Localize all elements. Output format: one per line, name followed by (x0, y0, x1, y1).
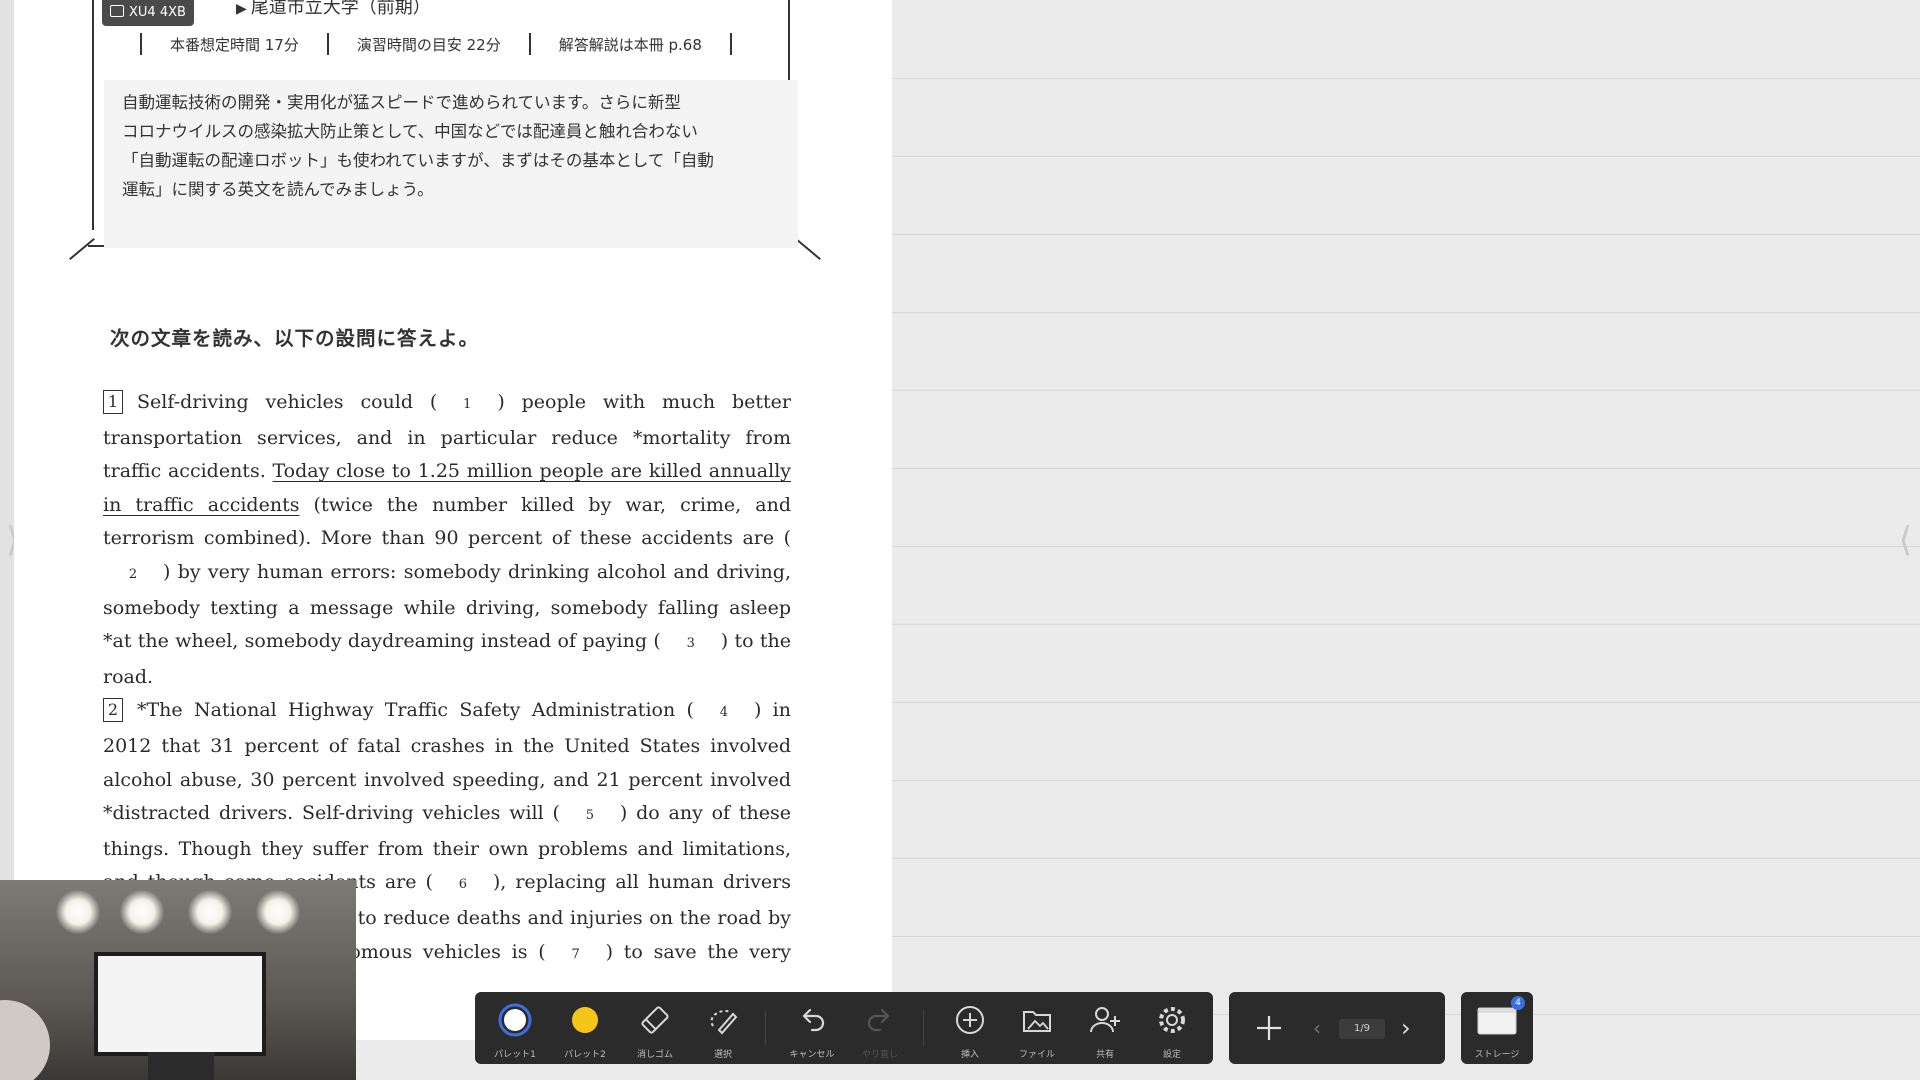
time-info-row: 本番想定時間 17分 演習時間の目安 22分 解答解説は本冊 p.68 (140, 32, 732, 56)
blank: 5 (585, 808, 595, 824)
note-lined-area[interactable] (892, 0, 1920, 1080)
prev-page-button[interactable]: ‹ (1313, 1016, 1321, 1040)
instruction-heading: 次の文章を読み、以下の設問に答えよ。 (110, 327, 480, 350)
box-border-left (92, 0, 94, 230)
file-button[interactable]: ファイル (1007, 992, 1067, 1064)
redo-icon (867, 1008, 890, 1032)
ceiling-light (56, 890, 100, 934)
lasso-pen-icon (710, 1010, 738, 1035)
undo-button[interactable]: キャンセル (782, 992, 842, 1064)
gear-icon (1159, 1007, 1185, 1033)
box-corner-left (69, 237, 95, 261)
eraser-button[interactable]: 消しゴム (625, 992, 685, 1064)
chevron-right-icon: › (1401, 1014, 1411, 1042)
blank: 2 (128, 566, 138, 582)
box-corner-right (795, 237, 821, 261)
eraser-icon (641, 1006, 669, 1034)
ceiling-light (120, 890, 164, 934)
problem-code-tag: XU4 4XB (102, 0, 194, 26)
webcam-monitor (94, 952, 266, 1056)
palette1-button[interactable]: パレット1 (485, 992, 545, 1064)
chevron-left-icon: ‹ (1313, 1016, 1321, 1040)
plus-icon (1257, 1016, 1281, 1040)
blank: 7 (571, 946, 580, 962)
right-edge-handle-icon[interactable]: ⟨ (1899, 520, 1912, 560)
intro-text: 自動運転技術の開発・実用化が猛スピードで進められています。さらに新型 コロナウイ… (104, 80, 798, 248)
undo-icon (802, 1008, 825, 1032)
palette2-icon (572, 1007, 598, 1033)
paragraph-1: 1 Self-driving vehicles could (1) people … (103, 386, 791, 694)
insert-button[interactable]: 挿入 (940, 992, 1000, 1064)
answer-ref: 解答解説は本冊 p.68 (558, 35, 702, 54)
add-user-icon (1090, 1007, 1120, 1033)
storage-thumbnail-icon (1477, 1007, 1517, 1035)
ceiling-light (256, 890, 300, 934)
storage-button[interactable]: 4 ストレージ (1461, 992, 1533, 1064)
page-nav-toolbar: ‹ 1/9 › (1229, 992, 1445, 1064)
redo-button[interactable]: やり直し (850, 992, 910, 1064)
paragraph-number: 2 (103, 698, 123, 723)
palette2-button[interactable]: パレット2 (555, 992, 615, 1064)
time-practice: 演習時間の目安 22分 (356, 35, 501, 54)
share-button[interactable]: 共有 (1075, 992, 1135, 1064)
university-name: ▶ 尾道市立大学（前期） (236, 0, 431, 18)
screen-icon (110, 5, 124, 17)
person (0, 1000, 50, 1080)
next-page-button[interactable]: › (1401, 1014, 1411, 1042)
ceiling-light (188, 890, 232, 934)
select-button[interactable]: 選択 (693, 992, 753, 1064)
blank: 3 (686, 636, 695, 652)
blank: 4 (719, 705, 729, 721)
monitor-stand (148, 1052, 214, 1080)
blank: 1 (463, 397, 472, 412)
storage-count-badge: 4 (1511, 996, 1525, 1010)
webcam-overlay (0, 880, 356, 1080)
add-page-button[interactable] (1239, 992, 1299, 1064)
paragraph-number: 1 (103, 390, 123, 414)
palette1-icon (498, 1003, 532, 1037)
triangle-icon: ▶ (236, 1, 247, 17)
plus-circle-icon (956, 1006, 984, 1034)
page-indicator[interactable]: 1/9 (1339, 1019, 1385, 1039)
main-toolbar: パレット1 パレット2 消しゴム 選択 キャンセル やり直し 挿入 ファイル 共… (475, 992, 1213, 1064)
settings-button[interactable]: 設定 (1142, 992, 1202, 1064)
blank: 6 (458, 877, 468, 893)
folder-image-icon (1023, 1011, 1051, 1032)
time-main: 本番想定時間 17分 (170, 35, 299, 54)
